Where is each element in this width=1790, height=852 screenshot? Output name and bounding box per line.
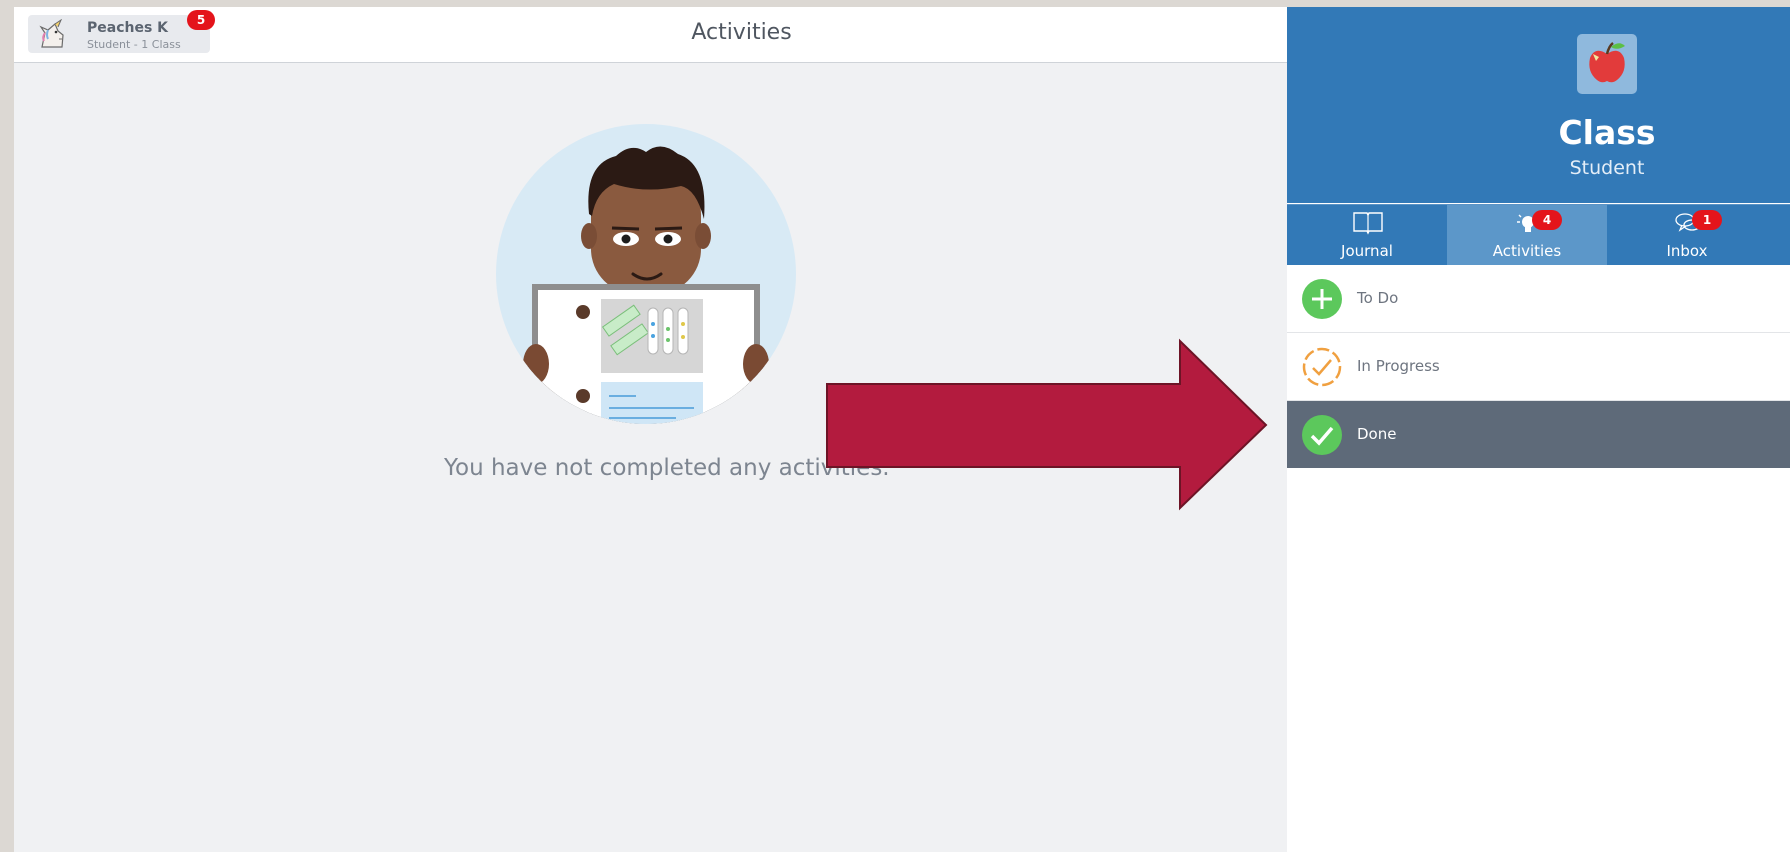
user-role-subtitle: Student - 1 Class xyxy=(87,38,181,51)
check-circle-icon xyxy=(1302,415,1342,455)
sidebar-tab-bar: Journal 4 Activities 1 Inbox xyxy=(1287,204,1790,266)
dashed-check-circle-icon xyxy=(1302,347,1342,387)
tab-inbox[interactable]: 1 Inbox xyxy=(1607,205,1767,266)
tab-journal[interactable]: Journal xyxy=(1287,205,1447,266)
notification-badge[interactable]: 5 xyxy=(187,10,215,30)
unicorn-avatar-icon xyxy=(39,19,64,48)
status-done[interactable]: Done xyxy=(1287,401,1790,468)
status-in-progress[interactable]: In Progress xyxy=(1287,333,1790,401)
status-in-progress-label: In Progress xyxy=(1357,357,1440,375)
class-sidebar: Class Student Journal 4 Activities 1 Inb… xyxy=(1287,7,1790,852)
user-name: Peaches K xyxy=(87,20,169,36)
plus-circle-icon xyxy=(1302,279,1342,319)
status-todo[interactable]: To Do xyxy=(1287,265,1790,333)
activities-count-badge: 4 xyxy=(1532,210,1562,230)
status-done-label: Done xyxy=(1357,425,1397,443)
top-bar: Peaches K Student - 1 Class 5 xyxy=(14,7,1287,63)
inbox-count-badge: 1 xyxy=(1692,210,1722,230)
class-header: Class Student xyxy=(1287,7,1790,203)
user-profile-chip[interactable]: Peaches K Student - 1 Class xyxy=(28,15,210,53)
empty-state-illustration xyxy=(496,124,796,424)
tab-journal-label: Journal xyxy=(1341,242,1393,260)
tab-activities-label: Activities xyxy=(1492,242,1562,260)
tab-activities[interactable]: 4 Activities xyxy=(1447,205,1607,266)
status-todo-label: To Do xyxy=(1357,289,1399,307)
class-apple-icon xyxy=(1577,34,1637,94)
class-title: Class xyxy=(1558,113,1656,152)
book-icon xyxy=(1353,212,1383,235)
class-role-subtitle: Student xyxy=(1569,157,1645,179)
tab-inbox-label: Inbox xyxy=(1666,242,1708,260)
annotation-arrow xyxy=(826,338,1268,511)
